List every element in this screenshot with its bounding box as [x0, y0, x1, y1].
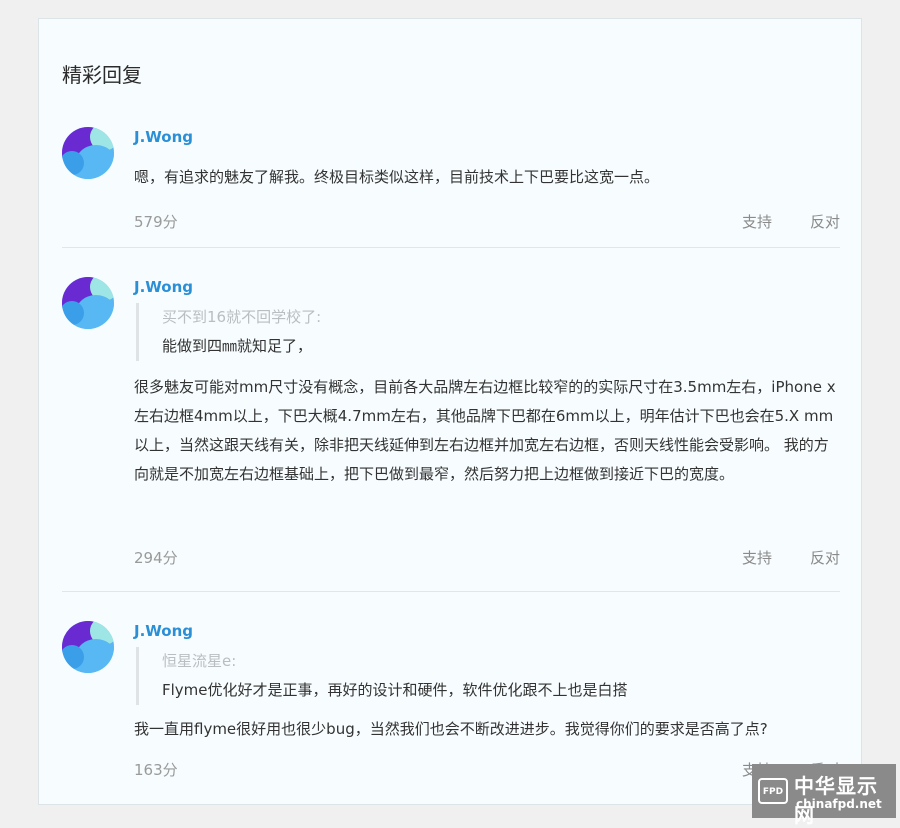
- quote-block: 恒星流星e: Flyme优化好才是正事，再好的设计和硬件，软件优化跟不上也是白搭: [136, 647, 826, 705]
- divider: [62, 247, 840, 248]
- reply-item: J.Wong 买不到16就不回学校了: 能做到四㎜就知足了， 很多魅友可能对mm…: [62, 277, 840, 577]
- reply-footer: 579分 支持 反对: [134, 211, 840, 231]
- hot-replies-panel: 精彩回复 J.Wong 嗯，有追求的魅友了解我。终极目标类似这样，目前技术上下巴…: [38, 18, 862, 805]
- quote-text: Flyme优化好才是正事，再好的设计和硬件，软件优化跟不上也是白搭: [162, 681, 628, 699]
- site-watermark: FPD 中华显示网 chinafpd.net: [752, 764, 896, 827]
- support-button[interactable]: 支持: [742, 211, 772, 232]
- reply-content: 嗯，有追求的魅友了解我。终极目标类似这样，目前技术上下巴要比这宽一点。: [134, 168, 660, 186]
- quote-author: 买不到16就不回学校了:: [162, 308, 322, 326]
- oppose-button[interactable]: 反对: [810, 211, 840, 232]
- score: 294分: [134, 549, 178, 567]
- score: 579分: [134, 213, 178, 231]
- reply-item: J.Wong 嗯，有追求的魅友了解我。终极目标类似这样，目前技术上下巴要比这宽一…: [62, 127, 840, 231]
- score: 163分: [134, 761, 178, 779]
- section-title: 精彩回复: [62, 63, 142, 87]
- username[interactable]: J.Wong: [134, 277, 193, 297]
- reply-footer: 294分 支持 反对: [134, 547, 840, 567]
- oppose-button[interactable]: 反对: [810, 547, 840, 568]
- reply-content: 我一直用flyme很好用也很少bug，当然我们也会不断改进进步。我觉得你们的要求…: [134, 720, 768, 738]
- fpd-logo-icon: FPD: [758, 778, 788, 804]
- quote-text: 能做到四㎜就知足了，: [162, 337, 313, 355]
- username[interactable]: J.Wong: [134, 621, 193, 641]
- quote-author: 恒星流星e:: [162, 652, 237, 670]
- avatar[interactable]: [62, 621, 114, 673]
- reply-item: J.Wong 恒星流星e: Flyme优化好才是正事，再好的设计和硬件，软件优化…: [62, 621, 840, 781]
- reply-content: 很多魅友可能对mm尺寸没有概念，目前各大品牌左右边框比较窄的的实际尺寸在3.5m…: [134, 378, 836, 483]
- quote-block: 买不到16就不回学校了: 能做到四㎜就知足了，: [136, 303, 826, 361]
- reply-footer: 163分 支持 反对: [134, 759, 840, 779]
- support-button[interactable]: 支持: [742, 547, 772, 568]
- watermark-en: chinafpd.net: [796, 797, 882, 811]
- avatar[interactable]: [62, 127, 114, 179]
- avatar[interactable]: [62, 277, 114, 329]
- username[interactable]: J.Wong: [134, 127, 193, 147]
- divider: [62, 591, 840, 592]
